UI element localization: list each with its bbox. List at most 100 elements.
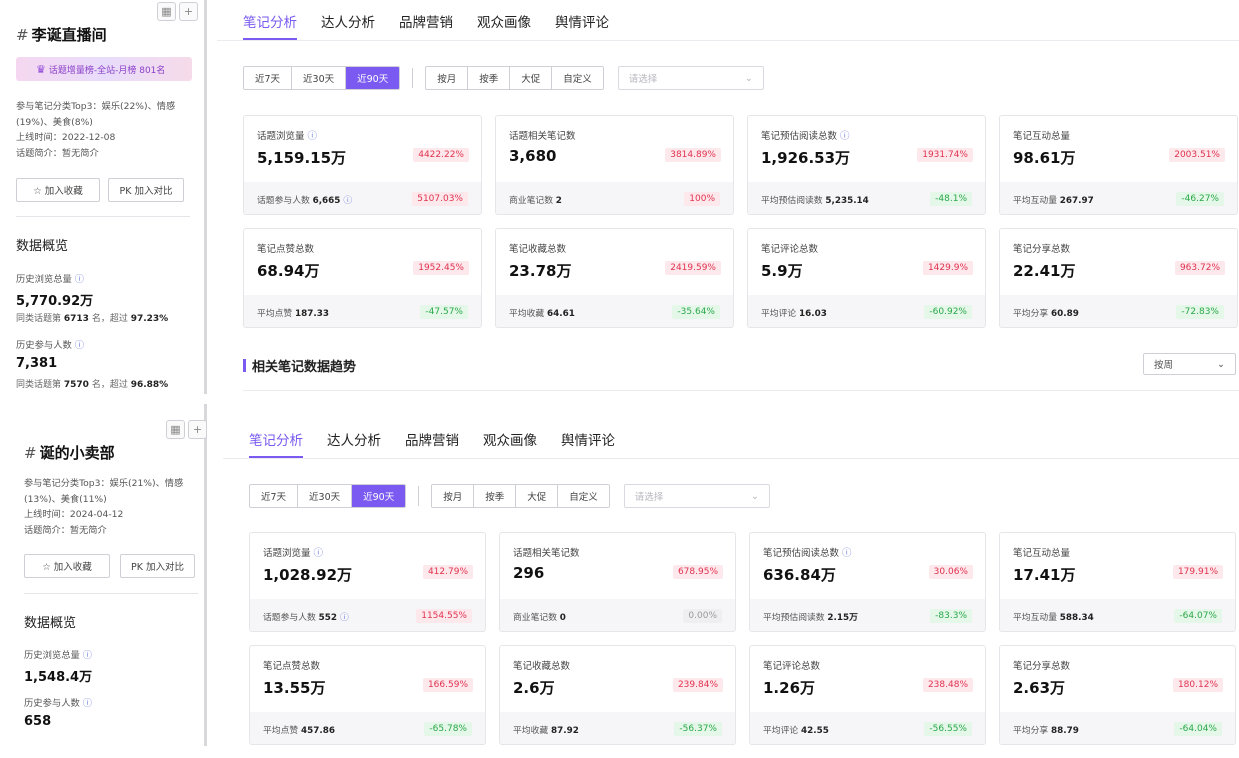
metric-card[interactable]: 笔记互动总量 17.41万 179.91% 平均互动量 588.34 -64.07% [999, 532, 1236, 632]
custom-button[interactable]: 自定义 [558, 485, 609, 507]
range-7d-button[interactable]: 近7天 [244, 67, 293, 89]
add-compare-button[interactable]: PK 加入对比 [108, 178, 184, 202]
help-icon[interactable]: ⓘ [308, 131, 318, 142]
metric-change-badge: 1931.74% [917, 148, 973, 162]
metric-card[interactable]: 笔记互动总量 98.61万 2003.51% 平均互动量 267.97 -46.27% [999, 115, 1238, 215]
tab-audience-profile[interactable]: 观众画像 [477, 11, 531, 40]
promotion-button[interactable]: 大促 [516, 485, 559, 507]
by-month-button[interactable]: 按月 [426, 67, 469, 89]
promotion-button[interactable]: 大促 [510, 67, 553, 89]
help-icon[interactable]: ⓘ [75, 274, 84, 285]
metric-card[interactable]: 笔记预估阅读总数 ⓘ 1,926.53万 1931.74% 平均预估阅读数 5,235.… [747, 115, 986, 215]
metric-card[interactable]: 笔记评论总数 5.9万 1429.9% 平均评论 16.03 -60.92% [747, 228, 986, 328]
metric-card[interactable]: 笔记点赞总数 13.55万 166.59% 平均点赞 457.86 -65.78% [249, 645, 486, 745]
metric-card[interactable]: 笔记分享总数 22.41万 963.72% 平均分享 60.89 -72.83% [999, 228, 1238, 328]
rank-badge-text: 话题增量榜-全站-月榜 801名 [48, 65, 166, 76]
grid-icon[interactable]: ▦ [157, 2, 176, 21]
by-quarter-button[interactable]: 按季 [474, 485, 517, 507]
sub-metric: 话题参与人数 552 ⓘ [263, 612, 349, 623]
range-30d-button[interactable]: 近30天 [298, 485, 353, 507]
tab-influencer-analysis[interactable]: 达人分析 [321, 11, 375, 40]
sub-change-badge: -65.78% [424, 722, 472, 736]
add-favorite-button[interactable]: ☆ 加入收藏 [16, 178, 100, 202]
add-compare-button[interactable]: PK 加入对比 [120, 554, 195, 578]
sub-change-badge: 0.00% [683, 609, 722, 623]
sub-change-badge: -56.55% [924, 722, 972, 736]
category-line: (13%)、美食(11%) [24, 493, 107, 505]
views-label: 历史浏览总量 ⓘ [24, 647, 92, 661]
metric-card-sub: 平均点赞 457.86 -65.78% [250, 712, 485, 744]
trend-interval-select[interactable]: 按周 ⌄ [1143, 353, 1236, 375]
range-30d-button[interactable]: 近30天 [292, 67, 347, 89]
metric-card-sub: 平均预估阅读数 2.15万 -83.3% [750, 599, 985, 631]
participants-label: 历史参与人数 ⓘ [24, 695, 92, 709]
help-icon[interactable]: ⓘ [83, 698, 92, 709]
tab-brand-marketing[interactable]: 品牌营销 [405, 429, 459, 458]
tab-brand-marketing[interactable]: 品牌营销 [399, 11, 453, 40]
help-icon[interactable]: ⓘ [840, 131, 850, 142]
help-icon[interactable]: ⓘ [314, 548, 324, 559]
topic-intro: 话题简介：暂无简介 [24, 524, 107, 536]
metric-card[interactable]: 笔记分享总数 2.63万 180.12% 平均分享 88.79 -64.04% [999, 645, 1236, 745]
metric-card[interactable]: 笔记评论总数 1.26万 238.48% 平均评论 42.55 -56.55% [749, 645, 986, 745]
help-icon[interactable]: ⓘ [842, 548, 852, 559]
help-icon[interactable]: ⓘ [343, 196, 352, 206]
crosshair-icon[interactable]: + [188, 420, 207, 439]
grid-icon[interactable]: ▦ [166, 420, 185, 439]
views-label-text: 历史浏览总量 [16, 274, 72, 285]
tab-audience-profile[interactable]: 观众画像 [483, 429, 537, 458]
metric-card-main: 话题浏览量 ⓘ 1,028.92万 412.79% [250, 533, 485, 599]
metric-card-main: 笔记点赞总数 13.55万 166.59% [250, 646, 485, 712]
metric-card-sub: 话题参与人数 552 ⓘ 1154.55% [250, 599, 485, 631]
tab-public-opinion[interactable]: 舆情评论 [555, 11, 609, 40]
sub-metric: 平均点赞 457.86 [263, 725, 335, 736]
metric-cards: 话题浏览量 ⓘ 5,159.15万 4422.22% 话题参与人数 6,665 ⓘ 5107… [243, 115, 1238, 328]
sub-change-badge: -83.3% [930, 609, 972, 623]
metric-card[interactable]: 笔记点赞总数 68.94万 1952.45% 平均点赞 187.33 -47.57% [243, 228, 482, 328]
sub-metric: 平均收藏 64.61 [509, 308, 575, 319]
metric-card-main: 话题相关笔记数 296 678.95% [500, 533, 735, 599]
period-select[interactable]: 请选择 ⌄ [617, 66, 764, 90]
metric-card-main: 笔记预估阅读总数 ⓘ 636.84万 30.06% [750, 533, 985, 599]
range-90d-button[interactable]: 近90天 [352, 485, 406, 507]
tab-influencer-analysis[interactable]: 达人分析 [327, 429, 381, 458]
by-month-button[interactable]: 按月 [432, 485, 475, 507]
help-icon[interactable]: ⓘ [340, 613, 349, 623]
main-content: 笔记分析 达人分析 品牌营销 观众画像 舆情评论 近7天 近30天 近90天 按… [223, 404, 1239, 758]
add-favorite-button[interactable]: ☆ 加入收藏 [24, 554, 110, 578]
sidebar: ▦ + # 李诞直播间 ♛ 话题增量榜-全站-月榜 801名 参与笔记分类Top3：… [0, 0, 207, 394]
views-label: 历史浏览总量 ⓘ [16, 271, 84, 285]
metric-card[interactable]: 话题相关笔记数 296 678.95% 商业笔记数 0 0.00% [499, 532, 736, 632]
tab-bar: 笔记分析 达人分析 品牌营销 观众画像 舆情评论 [249, 429, 615, 458]
metric-card-main: 笔记评论总数 5.9万 1429.9% [748, 229, 985, 295]
metric-card[interactable]: 话题浏览量 ⓘ 1,028.92万 412.79% 话题参与人数 552 ⓘ 1154.55… [249, 532, 486, 632]
metric-change-badge: 1952.45% [413, 261, 469, 275]
by-quarter-button[interactable]: 按季 [468, 67, 511, 89]
custom-button[interactable]: 自定义 [552, 67, 603, 89]
sidebar-tools: ▦ + [157, 2, 198, 21]
tab-note-analysis[interactable]: 笔记分析 [243, 11, 297, 40]
topic-title: # 李诞直播间 [16, 24, 107, 45]
crosshair-icon[interactable]: + [179, 2, 198, 21]
tab-note-analysis[interactable]: 笔记分析 [249, 429, 303, 458]
metric-card[interactable]: 笔记收藏总数 23.78万 2419.59% 平均收藏 64.61 -35.64% [495, 228, 734, 328]
metric-card[interactable]: 话题浏览量 ⓘ 5,159.15万 4422.22% 话题参与人数 6,665 ⓘ 5107… [243, 115, 482, 215]
metric-change-badge: 179.91% [1172, 565, 1223, 579]
sub-metric: 平均评论 42.55 [763, 725, 829, 736]
sub-metric: 商业笔记数 2 [509, 195, 562, 206]
metric-change-badge: 239.84% [672, 678, 723, 692]
range-7d-button[interactable]: 近7天 [250, 485, 299, 507]
rank-badge[interactable]: ♛ 话题增量榜-全站-月榜 801名 [16, 57, 192, 81]
range-90d-button[interactable]: 近90天 [346, 67, 400, 89]
help-icon[interactable]: ⓘ [83, 650, 92, 661]
sub-metric: 平均互动量 267.97 [1013, 195, 1094, 206]
metric-card[interactable]: 话题相关笔记数 3,680 3814.89% 商业笔记数 2 100% [495, 115, 734, 215]
metric-card-sub: 平均评论 42.55 -56.55% [750, 712, 985, 744]
metric-card[interactable]: 笔记收藏总数 2.6万 239.84% 平均收藏 87.92 -56.37% [499, 645, 736, 745]
period-select[interactable]: 请选择 ⌄ [623, 484, 770, 508]
metric-card[interactable]: 笔记预估阅读总数 ⓘ 636.84万 30.06% 平均预估阅读数 2.15万 -83.3… [749, 532, 986, 632]
tab-public-opinion[interactable]: 舆情评论 [561, 429, 615, 458]
help-icon[interactable]: ⓘ [75, 340, 84, 351]
topic-info: 参与笔记分类Top3：娱乐(21%)、情感 (13%)、美食(11%) 上线时间… [24, 476, 204, 538]
date-range-group: 近7天 近30天 近90天 [243, 66, 401, 90]
